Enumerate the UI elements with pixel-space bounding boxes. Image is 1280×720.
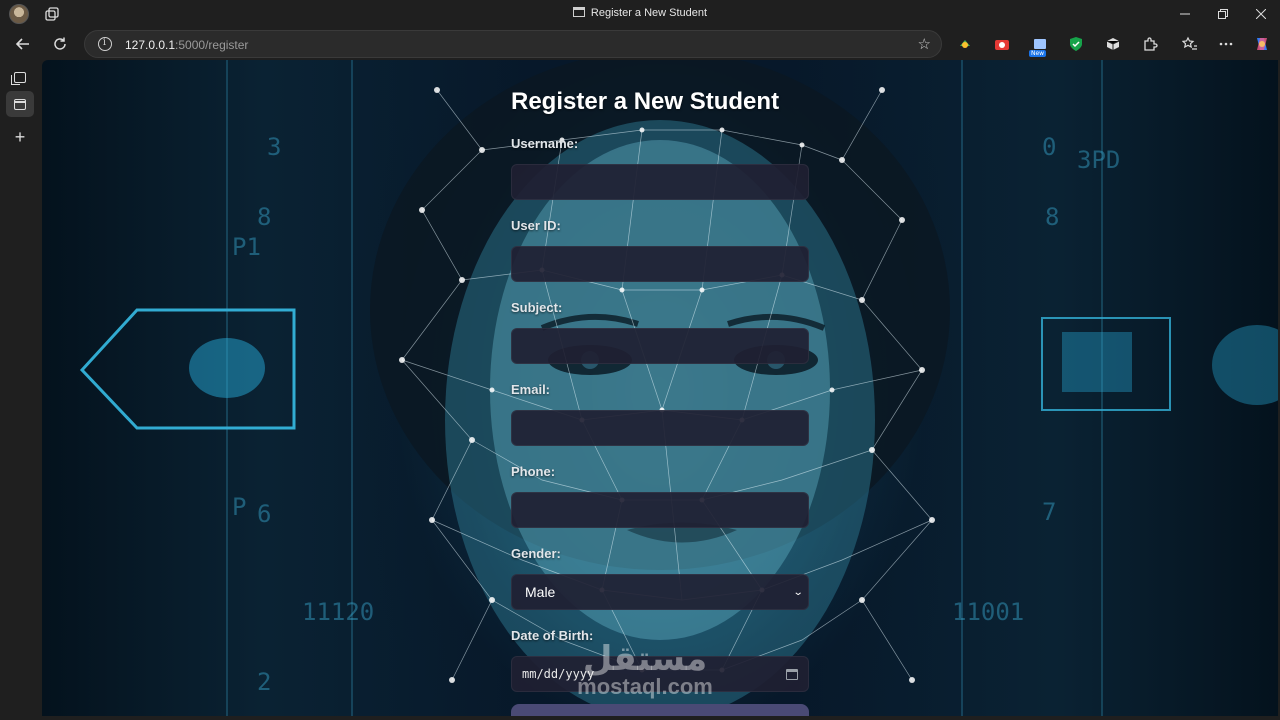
restore-button[interactable] — [1204, 0, 1242, 28]
subject-input[interactable] — [511, 328, 809, 364]
site-info-icon[interactable] — [98, 37, 112, 51]
refresh-icon — [54, 37, 66, 50]
svg-text:P1: P1 — [232, 233, 261, 261]
back-arrow-icon — [15, 38, 29, 50]
minimize-button[interactable] — [1166, 0, 1204, 28]
extension-cube-icon[interactable] — [1103, 34, 1123, 54]
email-label: Email: — [511, 382, 551, 397]
tab-actions-button[interactable] — [6, 64, 34, 90]
refresh-button[interactable] — [46, 30, 74, 58]
back-button[interactable] — [9, 30, 37, 58]
url-text[interactable]: 127.0.0.1:5000/register — [125, 38, 248, 52]
register-button[interactable]: Register — [511, 704, 809, 716]
tab-actions-icon — [11, 71, 26, 85]
extension-shield-icon[interactable] — [1066, 34, 1086, 54]
window-title-text: Register a New Student — [590, 7, 708, 19]
extension-new-icon[interactable]: New — [1029, 34, 1050, 57]
url-host: 127.0.0.1 — [125, 38, 176, 52]
window-title: Register a New Student — [0, 7, 1280, 19]
register-student-form: Register a New Student Username: User ID… — [511, 88, 809, 716]
gender-selected-value: Male — [525, 584, 556, 600]
phone-label: Phone: — [511, 464, 556, 479]
svg-text:0: 0 — [1042, 133, 1056, 161]
page-favicon-icon — [572, 7, 585, 17]
phone-input[interactable] — [511, 492, 809, 528]
vertical-tabs-sidebar: + — [0, 60, 42, 720]
extensions-puzzle-icon[interactable] — [1140, 34, 1160, 54]
page-title: Register a New Student — [511, 88, 780, 115]
dob-label: Date of Birth: — [511, 628, 594, 643]
svg-text:7: 7 — [1042, 498, 1056, 526]
svg-text:2: 2 — [257, 668, 271, 696]
close-icon — [1256, 9, 1266, 19]
title-bar: Register a New Student — [0, 0, 1280, 28]
email-input[interactable] — [511, 410, 809, 446]
address-bar[interactable]: 127.0.0.1:5000/register ☆ — [84, 30, 942, 58]
user-id-label: User ID: — [511, 218, 561, 233]
subject-label: Subject: — [511, 300, 563, 315]
svg-text:6: 6 — [257, 500, 271, 528]
user-id-input[interactable] — [511, 246, 809, 282]
favorite-star-icon[interactable]: ☆ — [918, 35, 931, 53]
svg-text:11120: 11120 — [302, 598, 374, 626]
url-path: :5000/register — [175, 38, 249, 52]
browser-toolbar: 127.0.0.1:5000/register ☆ New — [0, 28, 1280, 60]
extension-color-icon[interactable] — [955, 34, 975, 54]
close-window-button[interactable] — [1242, 0, 1280, 28]
copilot-icon[interactable] — [1252, 34, 1272, 54]
page-viewport: 3 8 P1 6P2 087 3PD 11001 11120 Register … — [42, 60, 1278, 716]
new-tab-button[interactable]: + — [6, 124, 34, 150]
svg-text:8: 8 — [1045, 203, 1059, 231]
gender-label: Gender: — [511, 546, 561, 561]
minimize-icon — [1180, 13, 1190, 15]
username-input[interactable] — [511, 164, 809, 200]
dob-placeholder: mm/dd/yyyy — [522, 667, 595, 681]
page-tab-icon — [14, 98, 26, 110]
username-label: Username: — [511, 136, 579, 151]
svg-text:11001: 11001 — [952, 598, 1024, 626]
extension-camera-icon[interactable] — [992, 34, 1012, 54]
tab-register-page[interactable] — [6, 91, 34, 117]
restore-icon — [1218, 9, 1228, 19]
plus-icon: + — [14, 126, 26, 147]
calendar-icon[interactable] — [786, 668, 798, 680]
gender-select[interactable]: Male ⌄ — [511, 574, 809, 610]
svg-text:3: 3 — [267, 133, 281, 161]
chevron-down-icon: ⌄ — [792, 586, 804, 598]
svg-text:3PD: 3PD — [1077, 146, 1120, 174]
dob-input[interactable]: mm/dd/yyyy — [511, 656, 809, 692]
more-menu-icon[interactable] — [1216, 34, 1236, 54]
svg-text:8: 8 — [257, 203, 271, 231]
extension-new-badge: New — [1029, 50, 1047, 57]
window-bottom-border — [0, 716, 1280, 720]
svg-text:P: P — [232, 493, 246, 521]
favorites-icon[interactable] — [1180, 34, 1200, 54]
